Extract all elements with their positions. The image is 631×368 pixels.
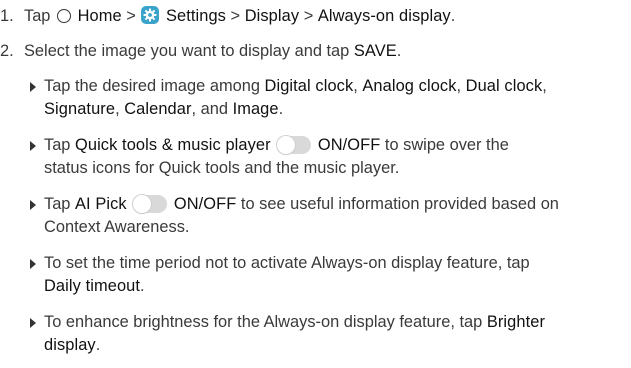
bullet-text: status icons for Quick tools and the mus… bbox=[44, 159, 400, 177]
step-text: Select the image you want to display and… bbox=[24, 42, 350, 60]
bullet-triangle-icon bbox=[30, 141, 36, 151]
bullet-text: Tap the desired image among bbox=[44, 77, 260, 95]
bullet-text: To enhance brightness for the Always-on … bbox=[44, 313, 483, 331]
save-label: SAVE bbox=[353, 42, 397, 60]
step-number: 1. bbox=[0, 7, 14, 25]
on-off-label: ON/OFF bbox=[173, 195, 237, 213]
bullet-item-daily-timeout: To set the time period not to activate A… bbox=[30, 252, 630, 298]
bullet-item-image-type: Tap the desired image among Digital cloc… bbox=[30, 75, 630, 121]
settings-gear-icon bbox=[141, 6, 160, 24]
bullet-text: to see useful information provided based… bbox=[240, 195, 559, 213]
step-2: 2. Select the image you want to display a… bbox=[0, 40, 401, 63]
daily-timeout-label: Daily timeout bbox=[44, 277, 141, 295]
bullet-text: Tap bbox=[44, 136, 71, 154]
step-1: 1. Tap Home > Settings > Display > Alway… bbox=[0, 5, 455, 28]
period: . bbox=[450, 7, 456, 25]
image-label: Image bbox=[232, 100, 279, 118]
settings-label: Settings bbox=[165, 7, 226, 25]
bullet-text: Tap bbox=[44, 195, 71, 213]
bullet-item-quick-tools: Tap Quick tools & music player ON/OFF to… bbox=[30, 134, 630, 180]
toggle-off-icon bbox=[133, 195, 168, 213]
bullet-triangle-icon bbox=[30, 82, 36, 92]
display-label: Display bbox=[244, 7, 300, 25]
comma: , bbox=[115, 100, 120, 118]
display-label: display bbox=[44, 336, 96, 354]
path-separator: > bbox=[230, 7, 241, 25]
home-circle-icon bbox=[57, 9, 71, 23]
period: . bbox=[278, 100, 284, 118]
bullet-text: to swipe over the bbox=[384, 136, 509, 154]
ai-pick-label: AI Pick bbox=[75, 195, 127, 213]
comma: , bbox=[542, 77, 547, 95]
period: . bbox=[140, 277, 145, 295]
home-label: Home bbox=[77, 7, 122, 25]
brighter-label: Brighter bbox=[486, 313, 546, 331]
toggle-knob bbox=[277, 136, 296, 154]
comma: , bbox=[353, 77, 358, 95]
on-off-label: ON/OFF bbox=[317, 136, 381, 154]
bullet-text: To set the time period not to activate A… bbox=[44, 254, 530, 272]
period: . bbox=[95, 336, 101, 354]
bullet-item-brighter-display: To enhance brightness for the Always-on … bbox=[30, 311, 630, 357]
bullet-triangle-icon bbox=[30, 318, 36, 328]
analog-clock-label: Analog clock bbox=[362, 77, 457, 95]
period: . bbox=[396, 42, 402, 60]
calendar-label: Calendar bbox=[124, 100, 192, 118]
path-separator: > bbox=[303, 7, 314, 25]
step-number: 2. bbox=[0, 42, 14, 60]
bullet-text: Context Awareness. bbox=[44, 218, 190, 236]
path-separator: > bbox=[126, 7, 136, 25]
instructions-page: 1. Tap Home > Settings > Display > Alway… bbox=[0, 0, 631, 368]
quick-tools-label: Quick tools & music player bbox=[75, 136, 271, 154]
toggle-off-icon bbox=[277, 136, 312, 154]
step-text: Tap bbox=[24, 7, 51, 25]
dual-clock-label: Dual clock bbox=[465, 77, 543, 95]
bullet-triangle-icon bbox=[30, 200, 36, 210]
signature-label: Signature bbox=[44, 100, 116, 118]
bullet-text: , and bbox=[191, 100, 228, 118]
bullet-triangle-icon bbox=[30, 259, 36, 269]
comma: , bbox=[456, 77, 462, 95]
bullet-item-ai-pick: Tap AI Pick ON/OFF to see useful informa… bbox=[30, 193, 630, 239]
digital-clock-label: Digital clock bbox=[264, 77, 354, 95]
always-on-display-label: Always-on display bbox=[317, 7, 451, 25]
toggle-knob bbox=[133, 195, 152, 213]
